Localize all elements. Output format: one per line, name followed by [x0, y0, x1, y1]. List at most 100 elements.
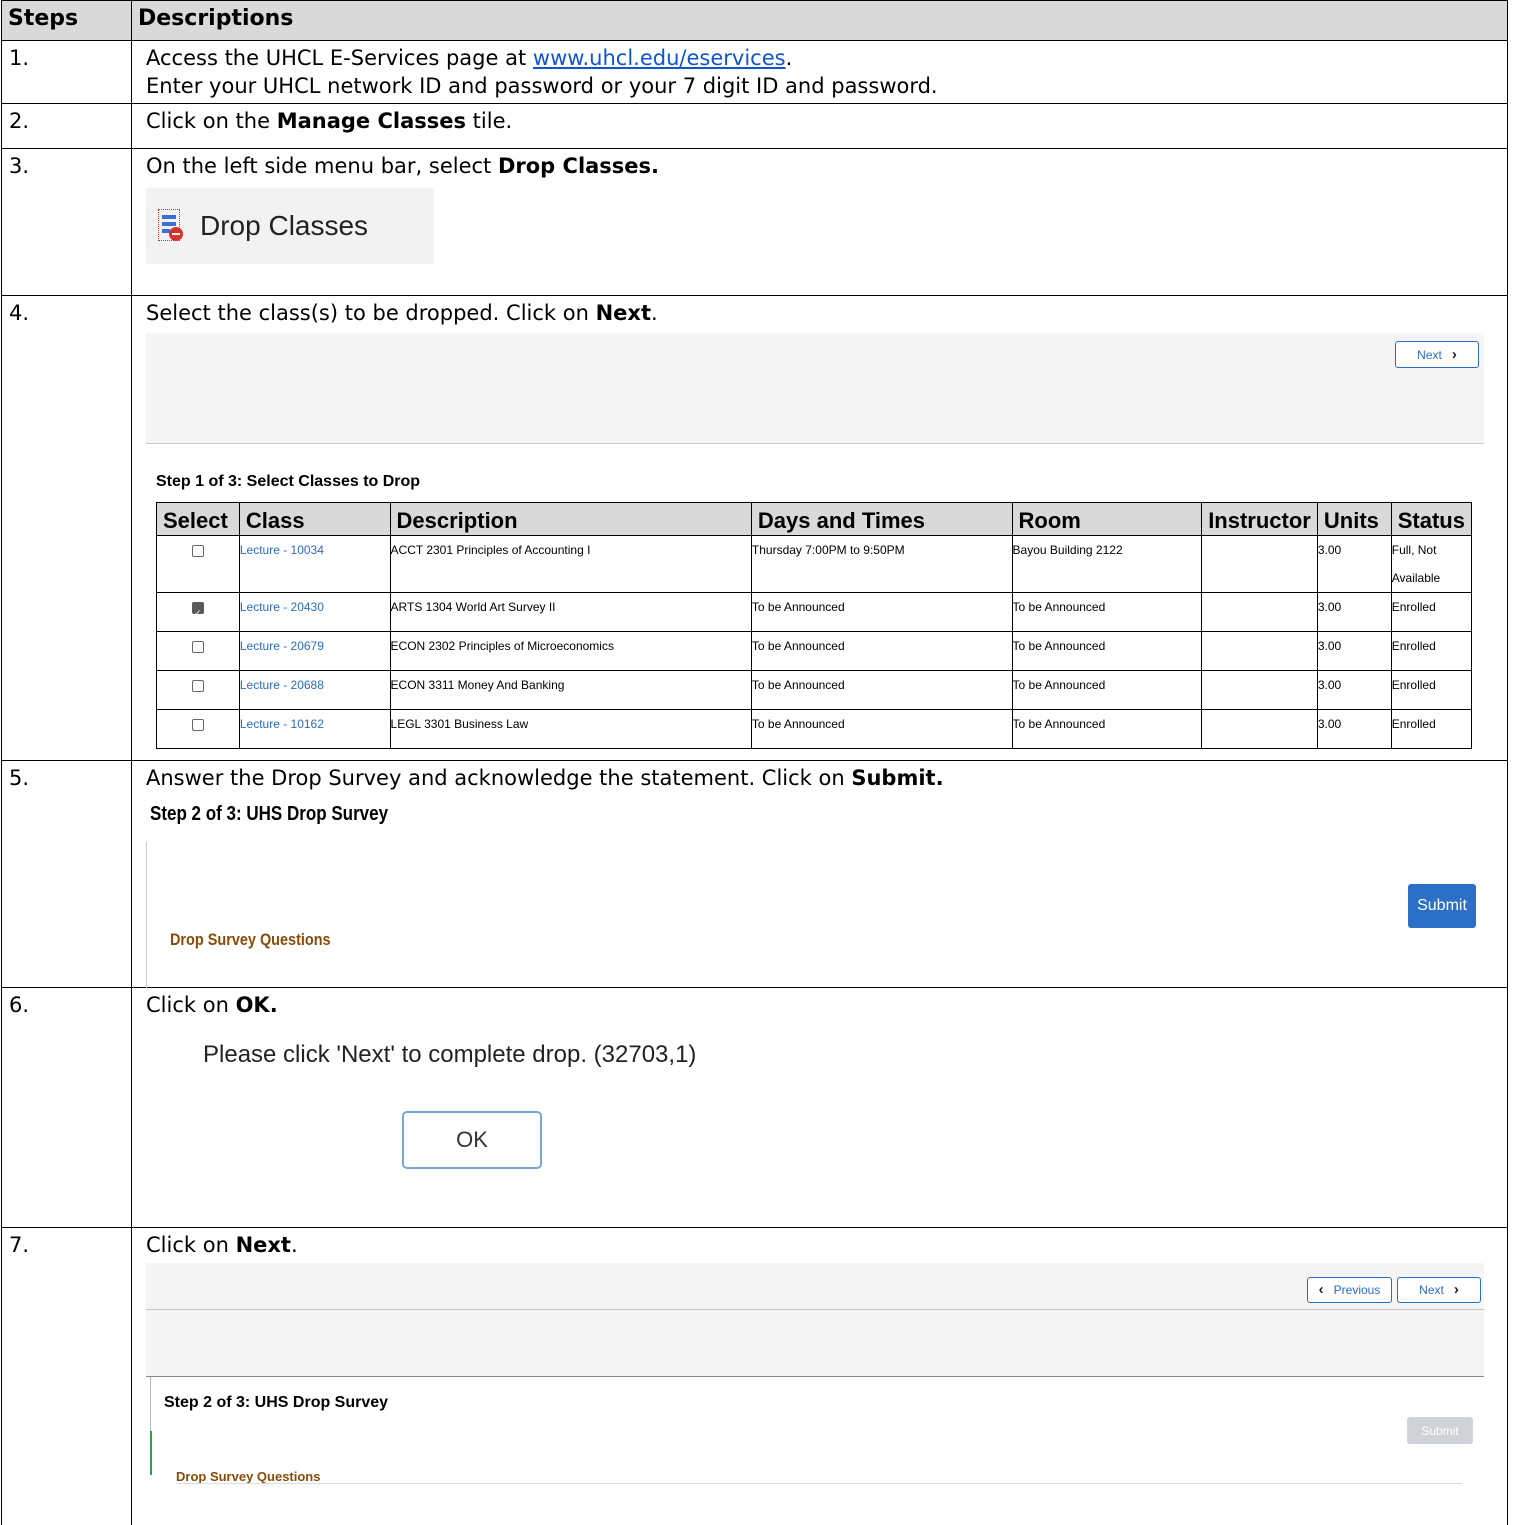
col-header: Days and Times [750, 502, 1013, 536]
steps-table: Steps Descriptions 1. Access the UHCL E-… [1, 0, 1508, 1525]
room-cell: Bayou Building 2122 [1011, 535, 1203, 593]
description-cell: ECON 3311 Money And Banking [389, 670, 752, 710]
table-row: Lecture - 20688 ECON 3311 Money And Banki… [156, 670, 1473, 710]
room-cell: To be Announced [1011, 670, 1203, 710]
class-cell: Lecture - 20430 [238, 592, 391, 632]
next-button[interactable]: Next › [1395, 341, 1479, 368]
submit-button[interactable]: Submit [1408, 884, 1476, 928]
step-number: 1. [1, 40, 132, 104]
step-number: 6. [1, 987, 132, 1228]
select-checkbox-cell [156, 631, 240, 671]
step-row-5: 5. Answer the Drop Survey and acknowledg… [1, 760, 1508, 988]
units-cell: 3.00 [1316, 631, 1392, 671]
class-link[interactable]: Lecture - 10034 [240, 543, 324, 557]
step1-line1: Access the UHCL E-Services page at www.u… [146, 46, 793, 70]
col-header: Description [389, 502, 752, 536]
table-row: Lecture - 20430 ARTS 1304 World Art Surve… [156, 592, 1473, 632]
select-checkbox[interactable] [191, 718, 204, 731]
class-cell: Lecture - 20688 [238, 670, 391, 710]
chevron-left-icon: ‹ [1318, 1281, 1324, 1298]
eservices-link[interactable]: www.uhcl.edu/eservices [533, 46, 786, 70]
step-row-4: 4. Select the class(s) to be dropped. Cl… [1, 295, 1508, 761]
units-cell: 3.00 [1316, 709, 1392, 749]
step-description: On the left side menu bar, select Drop C… [131, 148, 1508, 296]
step-description: Access the UHCL E-Services page at www.u… [131, 40, 1508, 104]
select-checkbox-cell [156, 535, 240, 593]
step-row-7: 7. Click on Next. ‹ Previous Next › Step 2… [1, 1227, 1508, 1525]
room-cell: To be Announced [1011, 631, 1203, 671]
select-checkbox[interactable] [191, 544, 204, 557]
previous-button[interactable]: ‹ Previous [1307, 1277, 1392, 1303]
classes-table: Select Class Description Days and Times … [156, 502, 1473, 749]
select-checkbox[interactable] [191, 640, 204, 653]
description-cell: ECON 2302 Principles of Microeconomics [389, 631, 752, 671]
survey-panel: Step 2 of 3: UHS Drop Survey Submit Drop… [146, 792, 1486, 988]
class-cell: Lecture - 20679 [238, 631, 391, 671]
survey-title: Step 2 of 3: UHS Drop Survey [150, 803, 389, 825]
col-header: Class [238, 502, 391, 536]
days-times-cell: Thursday 7:00PM to 9:50PM [750, 535, 1013, 593]
chevron-right-icon: › [1451, 345, 1457, 363]
class-link[interactable]: Lecture - 20679 [240, 639, 324, 653]
days-times-cell: To be Announced [750, 631, 1013, 671]
status-cell: Full, Not Available [1390, 535, 1473, 593]
days-times-cell: To be Announced [750, 670, 1013, 710]
days-times-cell: To be Announced [750, 709, 1013, 749]
step-description: Click on the Manage Classes tile. [131, 103, 1508, 149]
survey-panel: Step 2 of 3: UHS Drop Survey Submit Drop… [146, 1377, 1507, 1497]
room-cell: To be Announced [1011, 592, 1203, 632]
class-link[interactable]: Lecture - 20430 [240, 600, 324, 614]
description-cell: ARTS 1304 World Art Survey II [389, 592, 752, 632]
drop-survey-questions: Drop Survey Questions [170, 930, 331, 949]
status-cell: Enrolled [1390, 670, 1473, 710]
step-row-6: 6. Click on OK. Please click 'Next' to c… [1, 987, 1508, 1228]
table-row: Lecture - 10034 ACCT 2301 Principles of A… [156, 535, 1473, 593]
instructor-cell [1201, 592, 1318, 632]
step-description: Select the class(s) to be dropped. Click… [131, 295, 1508, 761]
class-link[interactable]: Lecture - 10162 [240, 717, 324, 731]
step-number: 5. [1, 760, 132, 988]
step-number: 4. [1, 295, 132, 761]
col-header: Units [1316, 502, 1392, 536]
drop-survey-questions: Drop Survey Questions [176, 1469, 321, 1484]
ok-button[interactable]: OK [402, 1111, 542, 1169]
survey-title: Step 2 of 3: UHS Drop Survey [164, 1394, 389, 1411]
instructor-cell [1201, 535, 1318, 593]
col-header: Room [1011, 502, 1203, 536]
drop-classes-menu-item[interactable]: Drop Classes [146, 188, 434, 264]
status-cell: Enrolled [1390, 709, 1473, 749]
step-row-1: 1. Access the UHCL E-Services page at ww… [1, 40, 1508, 104]
steps-header: Steps [1, 0, 132, 41]
table-row: Lecture - 10162 LEGL 3301 Business Law To … [156, 709, 1473, 749]
units-cell: 3.00 [1316, 592, 1392, 632]
class-cell: Lecture - 10162 [238, 709, 391, 749]
units-cell: 3.00 [1316, 535, 1392, 593]
col-header: Status [1390, 502, 1473, 536]
class-link[interactable]: Lecture - 20688 [240, 678, 324, 692]
step-description: Click on OK. Please click 'Next' to comp… [131, 987, 1508, 1228]
units-cell: 3.00 [1316, 670, 1392, 710]
step-row-2: 2. Click on the Manage Classes tile. [1, 103, 1508, 149]
col-header: Select [156, 502, 240, 536]
status-cell: Enrolled [1390, 592, 1473, 632]
select-checkbox-cell [156, 670, 240, 710]
descriptions-header: Descriptions [131, 0, 1508, 41]
step-row-3: 3. On the left side menu bar, select Dro… [1, 148, 1508, 296]
step-description: Answer the Drop Survey and acknowledge t… [131, 760, 1508, 988]
class-cell: Lecture - 10034 [238, 535, 391, 593]
select-checkbox[interactable] [191, 679, 204, 692]
instructor-cell [1201, 631, 1318, 671]
drop-classes-icon [158, 209, 184, 243]
days-times-cell: To be Announced [750, 592, 1013, 632]
select-checkbox-cell [156, 592, 240, 632]
instructor-cell [1201, 709, 1318, 749]
instructor-cell [1201, 670, 1318, 710]
col-header: Instructor [1201, 502, 1318, 536]
next-button[interactable]: Next › [1397, 1277, 1481, 1303]
description-cell: LEGL 3301 Business Law [389, 709, 752, 749]
select-checkbox[interactable] [191, 600, 204, 628]
step1-title: Step 1 of 3: Select Classes to Drop [156, 473, 421, 490]
room-cell: To be Announced [1011, 709, 1203, 749]
step-number: 2. [1, 103, 132, 149]
table-row: Lecture - 20679 ECON 2302 Principles of M… [156, 631, 1473, 671]
